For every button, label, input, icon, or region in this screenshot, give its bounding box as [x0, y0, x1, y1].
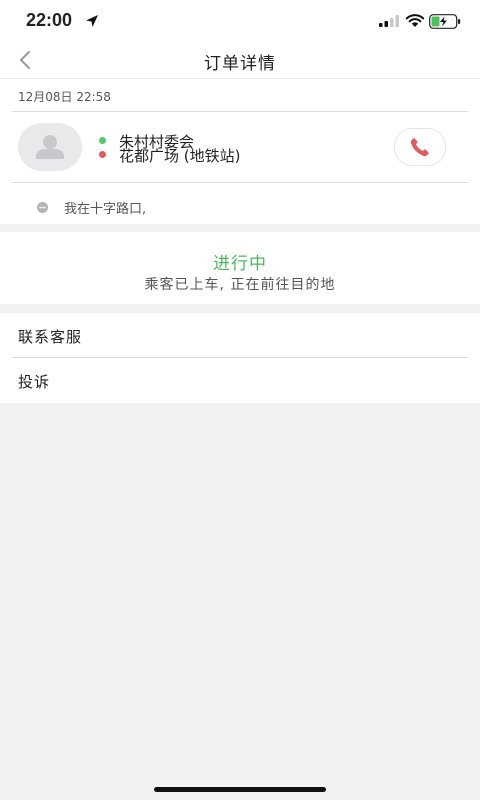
page-title: 订单详情	[204, 54, 276, 74]
battery-charging-icon	[429, 14, 461, 29]
status-time: 22:00	[26, 10, 73, 30]
order-time: 12月08日 22:58	[18, 90, 111, 104]
user-placeholder-icon	[36, 135, 64, 159]
contact-service-item[interactable]: 联系客服	[0, 313, 480, 357]
message-icon	[37, 202, 48, 213]
location-arrow-icon	[86, 15, 98, 27]
menu-card: 联系客服 投诉	[0, 313, 480, 403]
order-card: 12月08日 22:58 朱村村委会 花都广场 (地铁站) 我在十字路口,	[0, 79, 480, 224]
trip-status-description: 乘客已上车, 正在前往目的地	[144, 277, 336, 293]
divider	[12, 182, 468, 183]
trip-status: 进行中	[213, 254, 267, 274]
status-card: 进行中 乘客已上车, 正在前往目的地	[0, 232, 480, 304]
avatar	[18, 123, 82, 171]
nav-bar: 订单详情	[0, 44, 480, 78]
call-button[interactable]	[394, 128, 446, 166]
end-location: 花都广场 (地铁站)	[119, 147, 241, 165]
contact-service-label: 联系客服	[18, 328, 83, 346]
passenger-message: 我在十字路口,	[64, 202, 147, 217]
home-indicator	[154, 787, 326, 792]
complaint-item[interactable]: 投诉	[0, 358, 480, 402]
phone-icon	[410, 138, 429, 157]
start-dot	[99, 137, 106, 144]
end-dot	[99, 151, 106, 158]
wifi-icon	[405, 14, 425, 27]
signal-icon	[379, 15, 399, 27]
complaint-label: 投诉	[18, 373, 51, 391]
divider	[12, 111, 468, 112]
status-bar: 22:00	[0, 0, 480, 44]
